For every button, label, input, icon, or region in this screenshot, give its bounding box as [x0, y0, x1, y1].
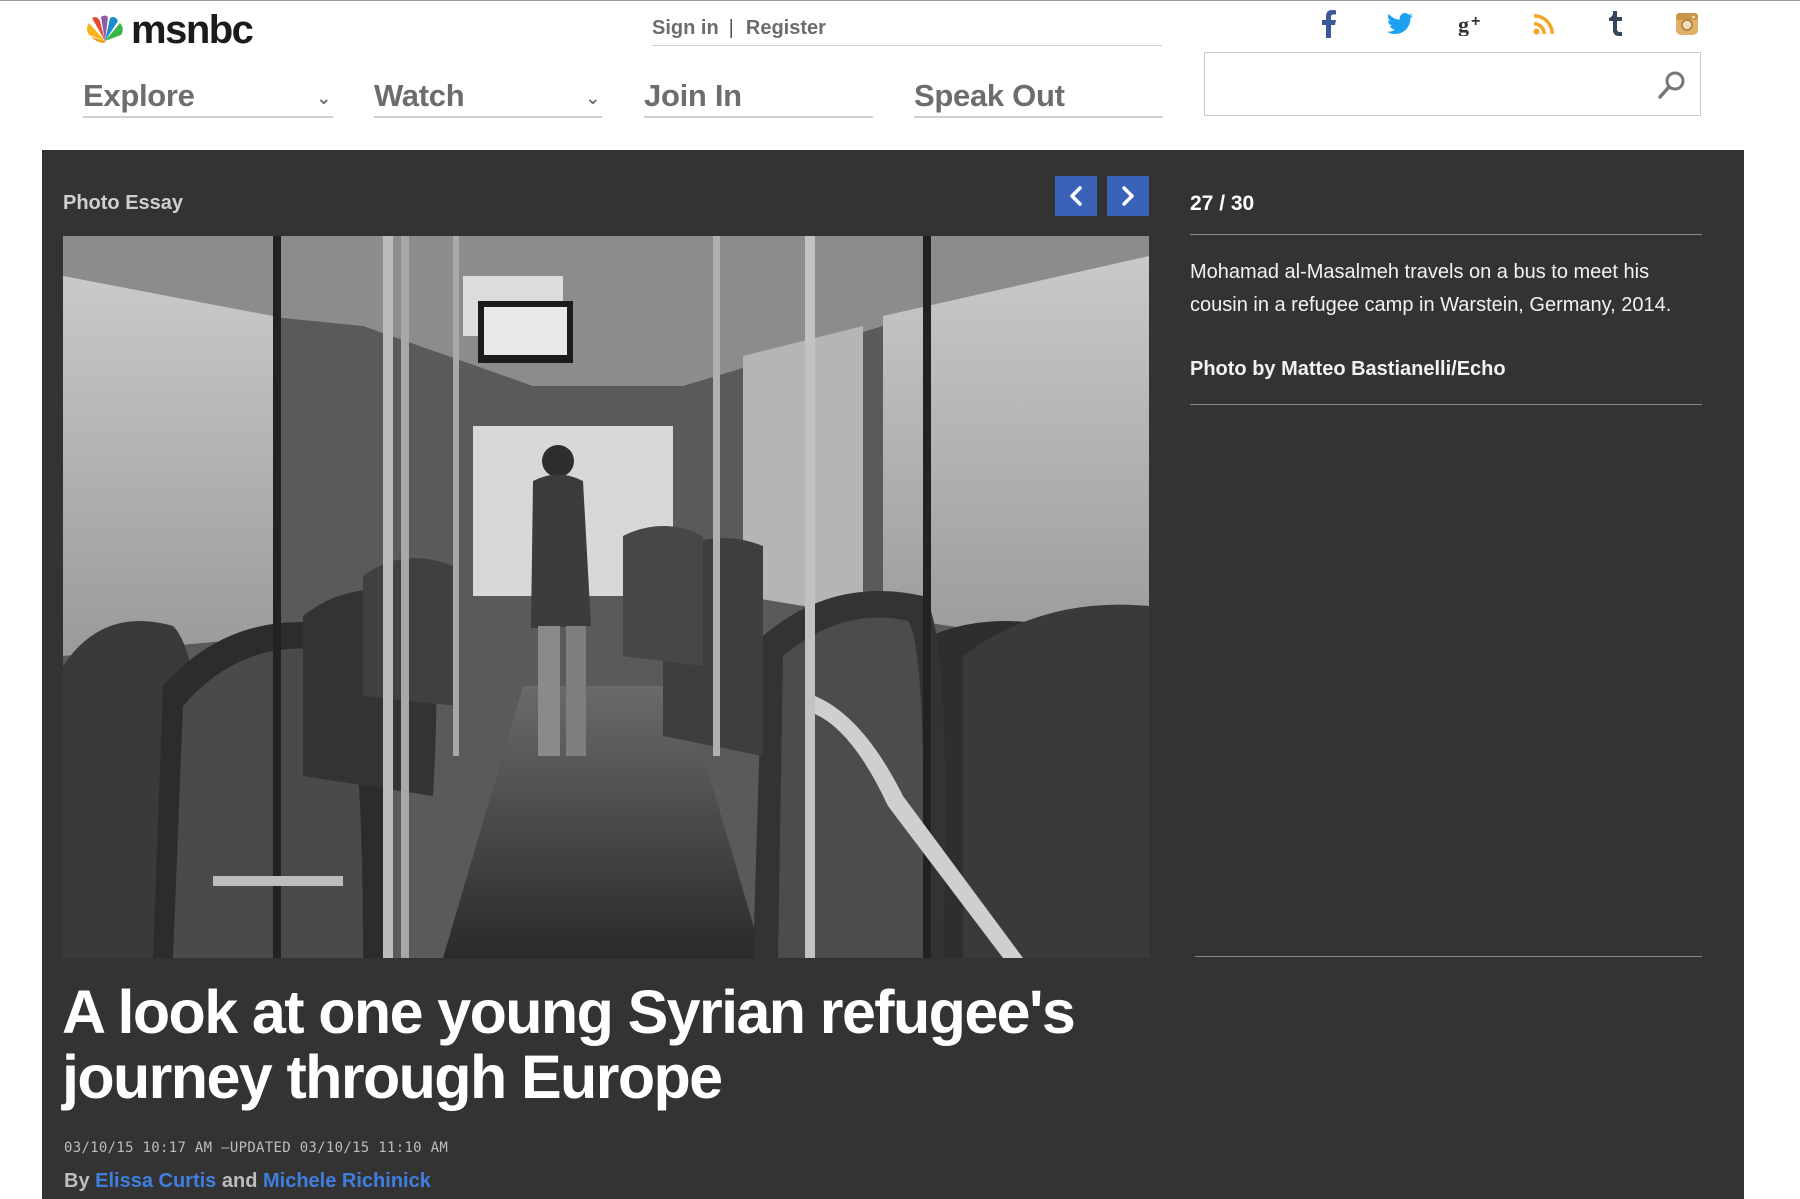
chevron-down-icon: ⌄ — [585, 88, 600, 108]
nav-explore-label: Explore — [83, 78, 195, 113]
facebook-icon[interactable] — [1312, 8, 1346, 40]
gallery-photo[interactable] — [63, 236, 1149, 958]
photo-credit: Photo by Matteo Bastianelli/Echo — [1190, 358, 1506, 380]
updated-time: 03/10/15 11:10 AM — [299, 1140, 449, 1156]
search-icon[interactable] — [1656, 69, 1688, 101]
chevron-down-icon: ⌄ — [316, 88, 331, 108]
twitter-icon[interactable] — [1383, 8, 1417, 40]
nav-join-in[interactable]: Join In — [644, 74, 873, 118]
photo-counter: 27 / 30 — [1190, 192, 1255, 215]
svg-text:g: g — [1458, 12, 1469, 36]
nav-join-in-label: Join In — [644, 78, 742, 113]
nav-explore[interactable]: Explore ⌄ — [83, 74, 333, 118]
divider — [1190, 234, 1702, 235]
tumblr-icon[interactable] — [1598, 8, 1632, 40]
byline: By Elissa Curtis and Michele Richinick — [64, 1170, 431, 1193]
author-link[interactable]: Michele Richinick — [263, 1170, 431, 1192]
register-link[interactable]: Register — [746, 17, 826, 40]
nav-speak-out[interactable]: Speak Out — [914, 74, 1163, 118]
chevron-right-icon — [1122, 186, 1134, 206]
published-time: 03/10/15 10:17 AM — [64, 1140, 213, 1156]
divider — [1190, 404, 1702, 405]
top-border — [0, 0, 1800, 1]
byline-by: By — [64, 1170, 90, 1192]
previous-photo-button[interactable] — [1055, 176, 1097, 216]
photo-gallery-panel: Photo Essay 27 / 30 Mohamad al-Masalmeh … — [42, 150, 1744, 1199]
dateline: 03/10/15 10:17 AM –UPDATED 03/10/15 11:1… — [64, 1140, 448, 1156]
updated-label: UPDATED — [229, 1140, 291, 1156]
nav-watch-label: Watch — [374, 78, 465, 113]
divider — [1195, 956, 1702, 957]
instagram-icon[interactable] — [1670, 8, 1704, 40]
msnbc-logo[interactable]: msnbc — [83, 8, 254, 52]
chevron-left-icon — [1070, 186, 1082, 206]
auth-links: Sign in | Register — [652, 12, 1162, 46]
search-box — [1204, 52, 1701, 116]
section-label: Photo Essay — [63, 192, 184, 214]
logo-wordmark: msnbc — [131, 8, 254, 52]
search-input[interactable] — [1205, 53, 1645, 115]
byline-and: and — [221, 1170, 258, 1192]
rss-icon[interactable] — [1527, 8, 1561, 40]
auth-separator: | — [728, 17, 734, 39]
google-plus-icon[interactable]: g + — [1455, 8, 1489, 40]
peacock-icon — [87, 15, 123, 43]
svg-text:+: + — [1471, 13, 1480, 30]
nav-speak-out-label: Speak Out — [914, 78, 1065, 113]
author-link[interactable]: Elissa Curtis — [95, 1170, 216, 1192]
sign-in-link[interactable]: Sign in — [652, 17, 719, 40]
next-photo-button[interactable] — [1107, 176, 1149, 216]
nav-watch[interactable]: Watch ⌄ — [374, 74, 602, 118]
photo-caption: Mohamad al-Masalmeh travels on a bus to … — [1190, 261, 1672, 316]
article-headline: A look at one young Syrian refugee's jou… — [62, 978, 1076, 1111]
dateline-dash: – — [221, 1140, 230, 1156]
